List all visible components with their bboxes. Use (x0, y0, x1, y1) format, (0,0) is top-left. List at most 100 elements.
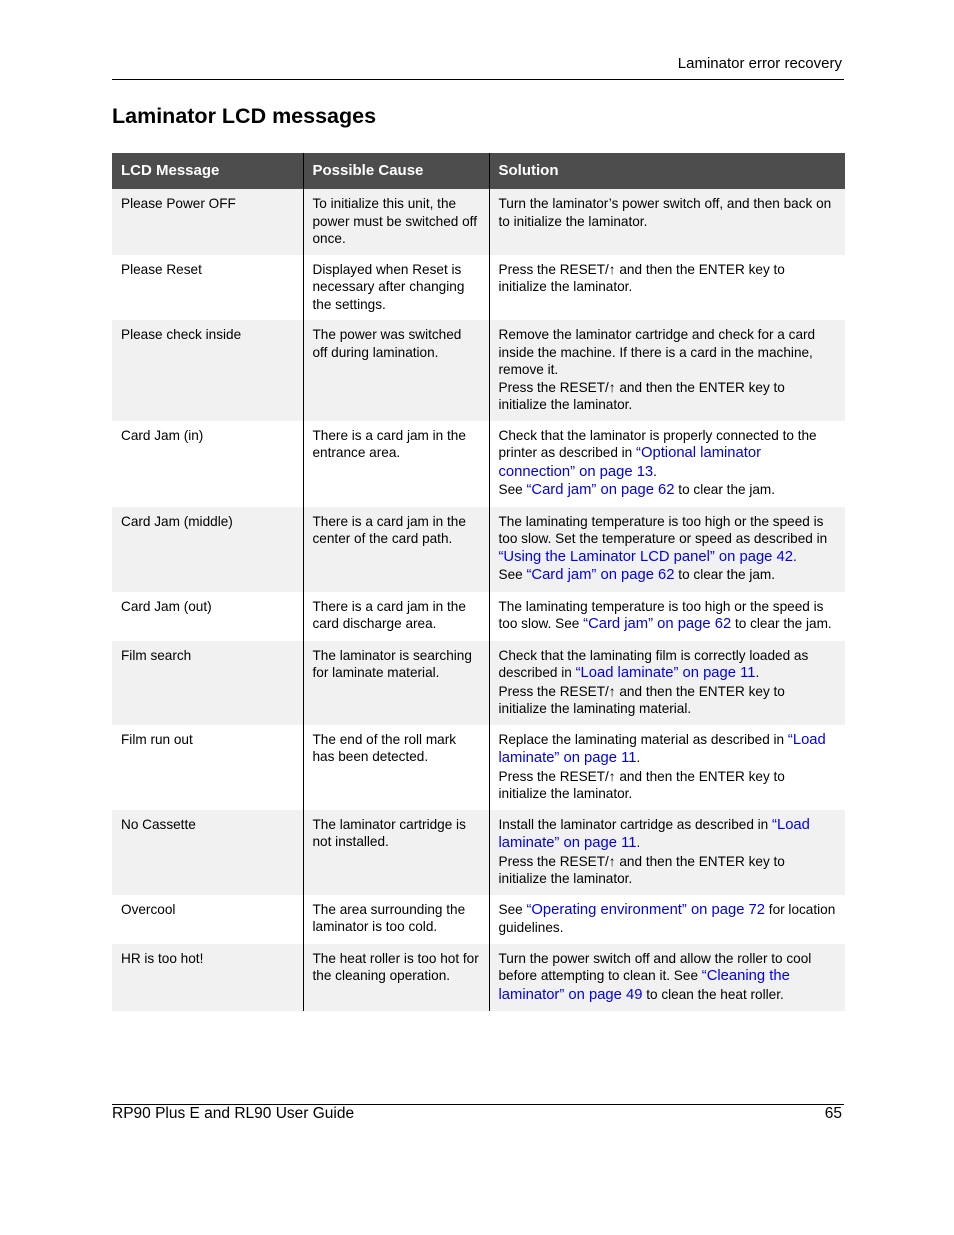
solution-text: The laminating temperature is too high o… (498, 513, 828, 547)
solution-paragraph: Turn the power switch off and allow the … (499, 950, 837, 1005)
possible-cause-cell: To initialize this unit, the power must … (302, 189, 489, 255)
table-row: Please Power OFF To initialize this unit,… (112, 189, 845, 255)
solution-cell: Install the laminator cartridge as descr… (488, 809, 845, 895)
solution-paragraph: Check that the laminating film is correc… (499, 647, 837, 683)
table-row: HR is too hot! The heat roller is too hot… (112, 943, 845, 1011)
table-row: Please check inside The power was switche… (112, 320, 845, 421)
solution-cell: See “Operating environment” on page 72 f… (488, 894, 845, 944)
table-row: Card Jam (middle) There is a card jam in … (112, 506, 845, 592)
solution-paragraph: The laminating temperature is too high o… (499, 598, 837, 634)
solution-text: to clear the jam. (731, 616, 832, 631)
solution-cell: The laminating temperature is too high o… (488, 506, 845, 592)
column-header-solution: Solution (488, 153, 845, 189)
solution-paragraph: Press the RESET/↑ and then the ENTER key… (499, 379, 837, 414)
cross-reference-link[interactable]: “Operating environment” on page 72 (526, 902, 765, 918)
solution-text: . (755, 665, 760, 680)
possible-cause-cell: There is a card jam in the center of the… (302, 506, 489, 592)
lcd-message-cell: Overcool (112, 894, 303, 944)
cross-reference-link[interactable]: “Card jam” on page 62 (526, 567, 674, 583)
possible-cause-cell: There is a card jam in the card discharg… (302, 591, 489, 641)
solution-paragraph: Replace the laminating material as descr… (499, 731, 837, 768)
possible-cause-cell: The end of the roll mark has been detect… (302, 724, 489, 810)
solution-text: Remove the laminator cartridge and check… (498, 327, 816, 377)
solution-text: to clear the jam. (674, 567, 776, 582)
solution-paragraph: Turn the laminator’s power switch off, a… (499, 195, 837, 230)
possible-cause-cell: The power was switched off during lamina… (302, 320, 489, 421)
solution-paragraph: Press the RESET/↑ and then the ENTER key… (499, 768, 837, 803)
solution-cell: Turn the laminator’s power switch off, a… (488, 189, 845, 255)
cross-reference-link[interactable]: “Card jam” on page 62 (526, 482, 674, 498)
table-body: Please Power OFF To initialize this unit,… (112, 189, 845, 1011)
footer-guide-title: RP90 Plus E and RL90 User Guide (112, 1105, 355, 1122)
table-row: Please Reset Displayed when Reset is nece… (112, 254, 845, 320)
page-title: Laminator LCD messages (112, 104, 377, 128)
solution-text: Turn the laminator’s power switch off, a… (498, 196, 832, 229)
solution-text: See (498, 567, 527, 582)
table-row: Film search The laminator is searching fo… (112, 640, 845, 725)
solution-paragraph: Install the laminator cartridge as descr… (499, 816, 837, 853)
cross-reference-link[interactable]: “Using the Laminator LCD panel” on page … (499, 549, 793, 565)
solution-text: Press the RESET/↑ and then the ENTER key… (498, 261, 785, 295)
solution-cell: Press the RESET/↑ and then the ENTER key… (488, 254, 845, 320)
lcd-message-cell: Card Jam (in) (112, 420, 303, 507)
solution-text: Replace the laminating material as descr… (498, 731, 788, 747)
solution-paragraph: Remove the laminator cartridge and check… (499, 326, 837, 379)
possible-cause-cell: The laminator cartridge is not installed… (302, 809, 489, 895)
solution-paragraph: Press the RESET/↑ and then the ENTER key… (499, 261, 837, 296)
lcd-message-cell: Card Jam (middle) (112, 506, 303, 592)
possible-cause-cell: There is a card jam in the entrance area… (302, 420, 489, 507)
solution-paragraph: Press the RESET/↑ and then the ENTER key… (499, 853, 837, 888)
possible-cause-cell: The laminator is searching for laminate … (302, 640, 489, 725)
cross-reference-link[interactable]: “Load laminate” on page 11 (576, 665, 756, 681)
solution-text: Install the laminator cartridge as descr… (498, 816, 773, 832)
table-row: No Cassette The laminator cartridge is no… (112, 809, 845, 895)
solution-paragraph: Press the RESET/↑ and then the ENTER key… (499, 683, 837, 718)
lcd-messages-table: LCD Message Possible Cause Solution Plea… (112, 153, 845, 1011)
column-header-lcd-message: LCD Message (112, 153, 303, 189)
solution-paragraph: Check that the laminator is properly con… (499, 427, 837, 482)
lcd-message-cell: HR is too hot! (112, 943, 303, 1011)
possible-cause-cell: Displayed when Reset is necessary after … (302, 254, 489, 320)
solution-text: . (636, 835, 641, 850)
table-row: Card Jam (in) There is a card jam in the … (112, 420, 845, 507)
lcd-message-cell: Film run out (112, 724, 303, 810)
lcd-message-cell: Please check inside (112, 320, 303, 421)
solution-paragraph: See “Card jam” on page 62 to clear the j… (499, 481, 837, 500)
solution-paragraph: The laminating temperature is too high o… (499, 513, 837, 567)
solution-cell: Check that the laminating film is correc… (488, 640, 845, 725)
lcd-message-cell: Card Jam (out) (112, 591, 303, 641)
lcd-message-cell: Please Power OFF (112, 189, 303, 255)
running-header: Laminator error recovery (677, 55, 842, 72)
solution-text: . (792, 548, 797, 564)
table-header-row: LCD Message Possible Cause Solution (112, 153, 845, 189)
lcd-message-cell: No Cassette (112, 809, 303, 895)
solution-text: See (498, 901, 527, 917)
solution-paragraph: See “Card jam” on page 62 to clear the j… (499, 566, 837, 585)
solution-text: Press the RESET/↑ and then the ENTER key… (498, 683, 785, 717)
possible-cause-cell: The area surrounding the laminator is to… (302, 894, 489, 944)
solution-cell: The laminating temperature is too high o… (488, 591, 845, 641)
possible-cause-cell: The heat roller is too hot for the clean… (302, 943, 489, 1011)
lcd-message-cell: Please Reset (112, 254, 303, 320)
solution-text: Press the RESET/↑ and then the ENTER key… (498, 768, 785, 802)
table-row: Card Jam (out) There is a card jam in the… (112, 591, 845, 641)
footer-page-number: 65 (824, 1105, 842, 1122)
solution-paragraph: See “Operating environment” on page 72 f… (499, 901, 837, 937)
solution-cell: Remove the laminator cartridge and check… (488, 320, 845, 421)
header-rule (112, 79, 844, 80)
lcd-message-cell: Film search (112, 640, 303, 725)
solution-text: Press the RESET/↑ and then the ENTER key… (498, 853, 785, 887)
solution-text: to clear the jam. (674, 482, 776, 497)
solution-text: See (498, 482, 527, 497)
solution-text: . (636, 750, 641, 765)
solution-text: Press the RESET/↑ and then the ENTER key… (498, 379, 785, 413)
cross-reference-link[interactable]: “Card jam” on page 62 (583, 616, 731, 632)
column-header-possible-cause: Possible Cause (302, 153, 489, 189)
table-row: Overcool The area surrounding the laminat… (112, 894, 845, 944)
table-row: Film run out The end of the roll mark has… (112, 724, 845, 810)
solution-cell: Turn the power switch off and allow the … (488, 943, 845, 1011)
solution-text: to clean the heat roller. (642, 986, 784, 1002)
solution-cell: Check that the laminator is properly con… (488, 420, 845, 507)
solution-text: . (653, 463, 657, 479)
solution-cell: Replace the laminating material as descr… (488, 724, 845, 810)
